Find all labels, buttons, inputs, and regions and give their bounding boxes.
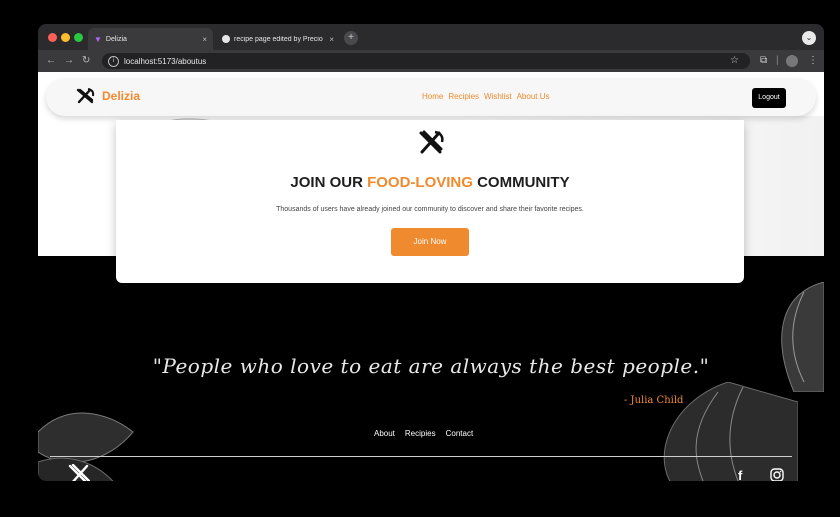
title-accent: FOOD-LOVING xyxy=(367,174,473,191)
browser-toolbar: ← → ↻ i localhost:5173/aboutus ☆ ⧉ | ⋮ xyxy=(38,50,824,72)
tab-bar: ▼ Delizia × recipe page edited by Precio… xyxy=(38,24,824,50)
page-viewport: Delizia Home Recipies Wishlist About Us … xyxy=(38,72,824,481)
instagram-icon[interactable] xyxy=(770,468,784,481)
close-tab-icon[interactable]: × xyxy=(202,35,207,44)
community-subtitle: Thousands of users have already joined o… xyxy=(276,206,584,213)
title-prefix: JOIN OUR xyxy=(290,174,368,191)
maximize-window-button[interactable] xyxy=(74,33,83,42)
footer-fork-knife-icon[interactable] xyxy=(68,464,90,481)
back-icon[interactable]: ← xyxy=(46,55,56,66)
footer-divider xyxy=(50,456,792,457)
browser-menu-icon[interactable]: ⋮ xyxy=(808,55,818,66)
nav-aboutus-link[interactable]: About Us xyxy=(517,92,550,101)
nav-wishlist-link[interactable]: Wishlist xyxy=(484,92,512,101)
footer-recipies-link[interactable]: Recipies xyxy=(405,429,436,438)
address-bar[interactable]: i localhost:5173/aboutus xyxy=(102,53,750,69)
forward-icon[interactable]: → xyxy=(64,55,74,66)
close-window-button[interactable] xyxy=(48,33,57,42)
logout-button[interactable]: Logout xyxy=(752,88,786,108)
nav-links: Home Recipies Wishlist About Us xyxy=(422,92,550,101)
tab-delizia[interactable]: ▼ Delizia × xyxy=(88,28,213,50)
footer-contact-link[interactable]: Contact xyxy=(446,429,474,438)
site-info-icon[interactable]: i xyxy=(108,55,119,67)
brand-logo[interactable]: Delizia xyxy=(76,88,140,104)
community-card: JOIN OUR FOOD-LOVING COMMUNITY Thousands… xyxy=(116,120,744,283)
quote-author: - Julia Child xyxy=(624,395,684,406)
fork-knife-icon xyxy=(76,88,95,104)
close-tab-icon[interactable]: × xyxy=(329,35,334,44)
profile-avatar[interactable] xyxy=(786,55,798,67)
facebook-icon[interactable]: f xyxy=(738,468,742,481)
minimize-window-button[interactable] xyxy=(61,33,70,42)
footer-about-link[interactable]: About xyxy=(374,429,395,438)
nav-home-link[interactable]: Home xyxy=(422,92,443,101)
nav-recipies-link[interactable]: Recipies xyxy=(448,92,479,101)
tab-search-icon[interactable]: ⌄ xyxy=(802,31,816,45)
community-title: JOIN OUR FOOD-LOVING COMMUNITY xyxy=(116,174,744,191)
url-text: localhost:5173/aboutus xyxy=(124,56,207,66)
tab-title: recipe page edited by Precio xyxy=(234,35,323,43)
bookmark-star-icon[interactable]: ☆ xyxy=(730,55,739,66)
title-suffix: COMMUNITY xyxy=(472,174,570,191)
footer-links: About Recipies Contact xyxy=(374,429,473,438)
extensions-icon[interactable]: ⧉ xyxy=(760,55,767,66)
browser-window: ▼ Delizia × recipe page edited by Precio… xyxy=(38,24,824,481)
toolbar-divider: | xyxy=(776,55,779,66)
brand-name: Delizia xyxy=(102,89,141,103)
github-favicon-icon xyxy=(222,35,230,43)
new-tab-button[interactable]: + xyxy=(344,31,358,45)
quote-text: "People who love to eat are always the b… xyxy=(152,354,710,378)
fork-knife-icon xyxy=(419,130,444,154)
tab-github[interactable]: recipe page edited by Precio × xyxy=(216,28,340,50)
tab-title: Delizia xyxy=(105,35,127,43)
vite-favicon-icon: ▼ xyxy=(94,34,102,44)
site-navbar: Delizia Home Recipies Wishlist About Us … xyxy=(46,78,816,116)
join-now-button[interactable]: Join Now xyxy=(391,228,469,256)
reload-icon[interactable]: ↻ xyxy=(82,55,90,66)
